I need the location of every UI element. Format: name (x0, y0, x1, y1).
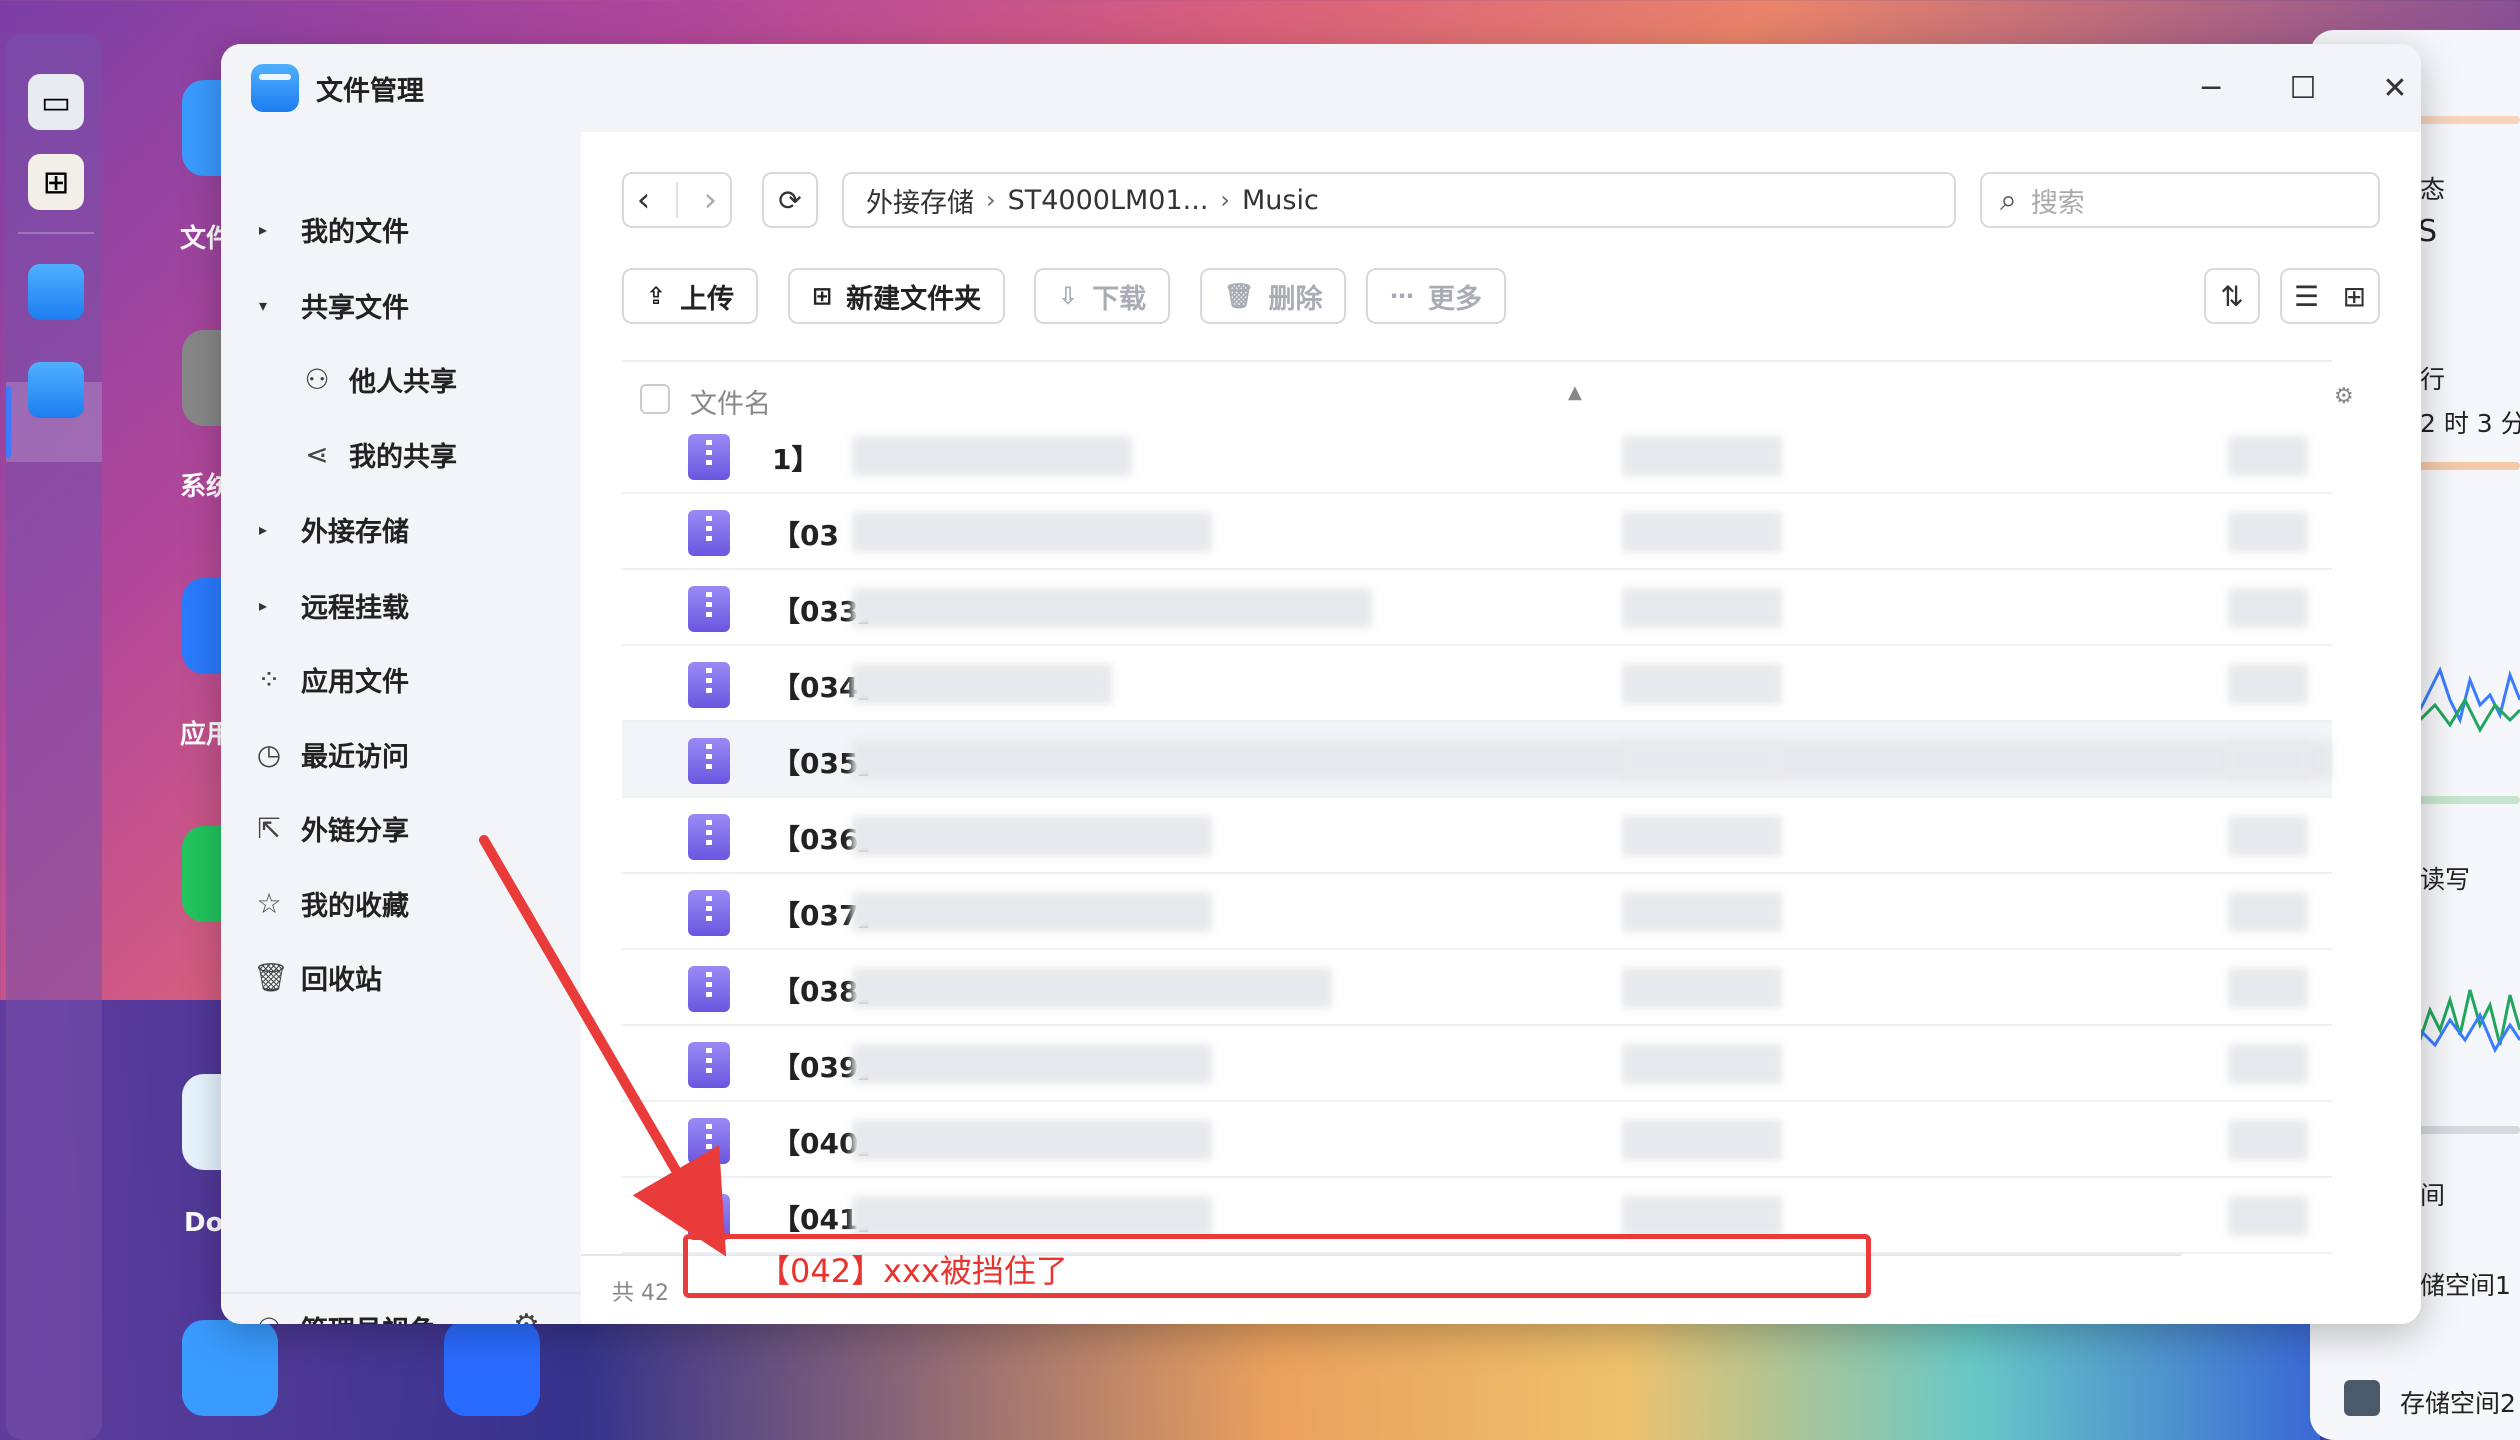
annotation-arrow (479, 835, 727, 1257)
annotation-text: 【042】xxx被挡住了 (758, 1252, 1068, 1290)
